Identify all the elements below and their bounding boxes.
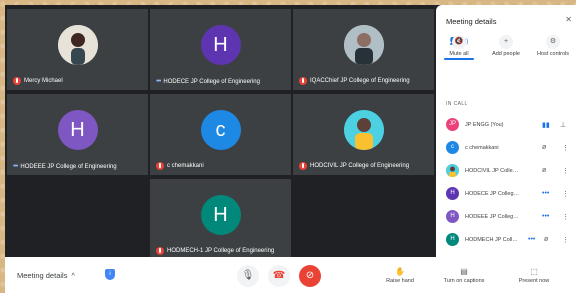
mic-off-icon (299, 162, 307, 170)
microphone-button[interactable]: 🎙 (237, 265, 259, 287)
mic-off-icon (156, 162, 164, 170)
participant-row[interactable]: JP JP ENGG (You) ▮▮ ⊥ (436, 113, 576, 136)
present-icon: ⬚ (530, 267, 538, 276)
camera-off-icon: ⊘ (305, 270, 315, 281)
participant-row[interactable]: H HODEEE JP College of... ••• ⋮ (436, 205, 576, 228)
participant-name-label: ••• HODEEE JP College of Engineering (13, 163, 117, 170)
mic-off-icon: ø (544, 236, 549, 243)
more-options-icon[interactable]: ⋮ (562, 236, 569, 244)
participant-photo (57, 25, 98, 65)
mic-off-icon (13, 77, 21, 85)
present-now-button[interactable]: ⬚ Present now (509, 267, 559, 284)
mic-off-icon: ø (542, 144, 547, 151)
participant-avatar: JP (446, 118, 459, 131)
hang-up-icon: ☎ (272, 270, 286, 281)
speaking-dots-icon: ••• (542, 190, 550, 197)
participant-tile[interactable]: H ••• HODECE JP College of Engineering (150, 9, 291, 90)
meeting-details-panel: Meeting details ✕ 👥(8) ▭ △ 🔇 Mute all + … (436, 5, 576, 257)
participant-name-label: HODCIVIL JP College of Engineering (299, 162, 430, 170)
mic-off-icon (156, 247, 164, 255)
participant-tile[interactable]: Mercy Michael (7, 9, 148, 90)
captions-button[interactable]: ▤ Turn on captions (439, 267, 489, 284)
active-tab-indicator (444, 58, 474, 60)
participant-name-label: Mercy Michael (13, 77, 144, 85)
empty-tile (7, 179, 148, 260)
participant-avatar: H (446, 233, 459, 246)
leave-call-button[interactable]: ☎ (268, 265, 290, 287)
bottom-control-bar: Meeting details ^ i 🎙 ☎ ⊘ ✋ Raise hand ▤ … (5, 257, 576, 293)
participant-name-label: c chemakkani (156, 162, 287, 170)
participant-avatar: H (200, 195, 241, 235)
more-options-icon[interactable]: ⋮ (562, 190, 569, 198)
camera-off-button[interactable]: ⊘ (299, 265, 321, 287)
audio-level-icon: ▮▮ (542, 121, 550, 129)
raise-hand-button[interactable]: ✋ Raise hand (375, 267, 425, 284)
participant-avatar: c (446, 141, 459, 154)
participant-name-label: IQACChief JP College of Engineering (299, 77, 430, 85)
more-options-icon[interactable]: ⋮ (562, 144, 569, 152)
mic-off-icon: ø (542, 167, 547, 174)
participant-row[interactable]: c c chemakkani ø ⋮ (436, 136, 576, 159)
participant-avatar: c (200, 110, 241, 150)
pin-icon[interactable]: ⊥ (560, 121, 566, 129)
speaking-dots-icon: ••• (542, 213, 550, 220)
more-options-icon[interactable]: ⋮ (562, 213, 569, 221)
participant-row[interactable]: H HODMECH JP College... ••• ø ⋮ (436, 228, 576, 251)
participant-avatar: H (200, 25, 241, 65)
panel-title: Meeting details (446, 17, 497, 26)
participant-avatar: H (57, 110, 98, 150)
participant-tile[interactable]: HODCIVIL JP College of Engineering (293, 94, 434, 175)
mute-all-button[interactable]: 🔇 Mute all (436, 35, 482, 57)
participant-tile[interactable]: c c chemakkani (150, 94, 291, 175)
speaking-dots-icon: ••• (528, 236, 536, 243)
participant-photo (343, 25, 384, 65)
add-person-icon: + (499, 35, 513, 49)
participant-photo (343, 110, 384, 150)
in-call-label: IN CALL (446, 101, 468, 107)
close-icon[interactable]: ✕ (565, 15, 572, 24)
hand-icon: ✋ (395, 267, 405, 276)
speaking-dots-icon: ••• (156, 78, 161, 85)
empty-tile (293, 179, 434, 260)
shield-icon[interactable]: i (105, 269, 115, 280)
chevron-up-icon: ^ (71, 273, 75, 280)
participant-name-label: ••• HODECE JP College of Engineering (156, 78, 260, 85)
participant-row[interactable]: H HODECE JP College of... ••• ⋮ (436, 182, 576, 205)
more-options-icon[interactable]: ⋮ (562, 167, 569, 175)
toggle-icon: ⚙ (546, 35, 560, 49)
participant-tile[interactable]: H ••• HODEEE JP College of Engineering (7, 94, 148, 175)
participant-name-label: HODMECH-1 JP College of Engineering (156, 247, 287, 255)
participant-photo (446, 164, 459, 177)
participant-row[interactable]: HODCIVIL JP College of... ø ⋮ (436, 159, 576, 182)
video-grid: Mercy Michael H ••• HODECE JP College of … (5, 5, 435, 260)
host-controls-button[interactable]: ⚙ Host controls (530, 35, 576, 57)
participant-tile[interactable]: IQACChief JP College of Engineering (293, 9, 434, 90)
participant-avatar: H (446, 210, 459, 223)
speaking-dots-icon: ••• (13, 163, 18, 170)
meeting-details-button[interactable]: Meeting details ^ (17, 271, 75, 280)
participant-tile[interactable]: H HODMECH-1 JP College of Engineering (150, 179, 291, 260)
microphone-icon: 🎙 (241, 270, 255, 281)
mute-icon: 🔇 (452, 35, 466, 49)
meet-window: Mercy Michael H ••• HODECE JP College of … (5, 5, 576, 293)
add-people-button[interactable]: + Add people (483, 35, 529, 57)
mic-off-icon (299, 77, 307, 85)
participant-avatar: H (446, 187, 459, 200)
captions-icon: ▤ (460, 267, 468, 276)
